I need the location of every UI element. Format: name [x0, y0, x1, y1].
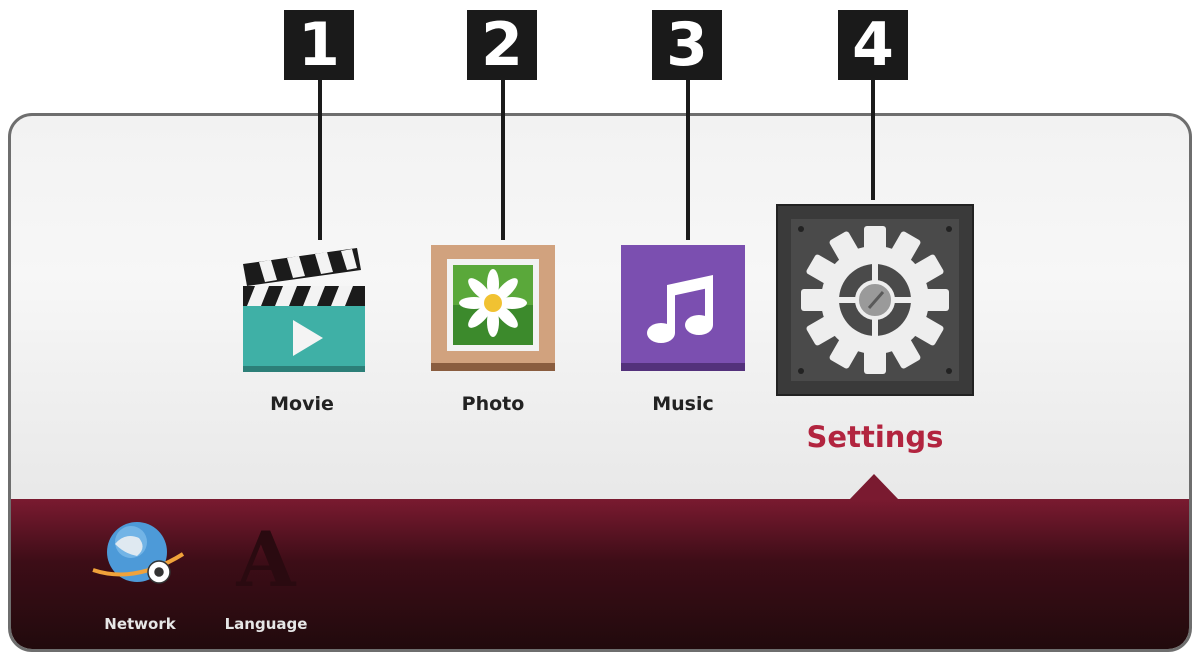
photo-frame-icon — [431, 245, 555, 371]
callout-4: 4 — [838, 10, 908, 80]
language-letter-icon: A — [236, 515, 297, 604]
menu-item-music-label: Music — [652, 393, 714, 415]
callout-2-leader — [501, 80, 505, 240]
callout-4-leader — [871, 80, 875, 200]
submenu-item-language-label: Language — [224, 615, 308, 633]
settings-gear-icon — [776, 204, 974, 396]
submenu-item-network-label: Network — [104, 615, 176, 633]
selection-pointer — [849, 474, 899, 500]
callout-2: 2 — [467, 10, 537, 80]
movie-clapper-icon — [243, 248, 365, 372]
submenu-item-network[interactable] — [85, 514, 195, 594]
network-globe-icon — [92, 522, 185, 584]
menu-item-settings-label: Settings — [806, 420, 944, 454]
callout-3: 3 — [652, 10, 722, 80]
home-menu: Movie Photo Music Settings Network A Lan… — [8, 113, 1192, 652]
menu-item-music[interactable] — [619, 243, 747, 375]
music-note-icon — [621, 245, 745, 371]
menu-item-movie[interactable] — [237, 242, 367, 377]
svg-text:A: A — [236, 515, 297, 594]
callout-3-leader — [686, 80, 690, 240]
callout-1-leader — [318, 80, 322, 240]
callout-1: 1 — [284, 10, 354, 80]
menu-item-settings[interactable] — [771, 203, 979, 401]
submenu-item-language[interactable]: A — [211, 514, 321, 604]
menu-item-photo[interactable] — [429, 243, 557, 375]
menu-item-photo-label: Photo — [461, 393, 525, 415]
menu-item-movie-label: Movie — [270, 393, 334, 415]
